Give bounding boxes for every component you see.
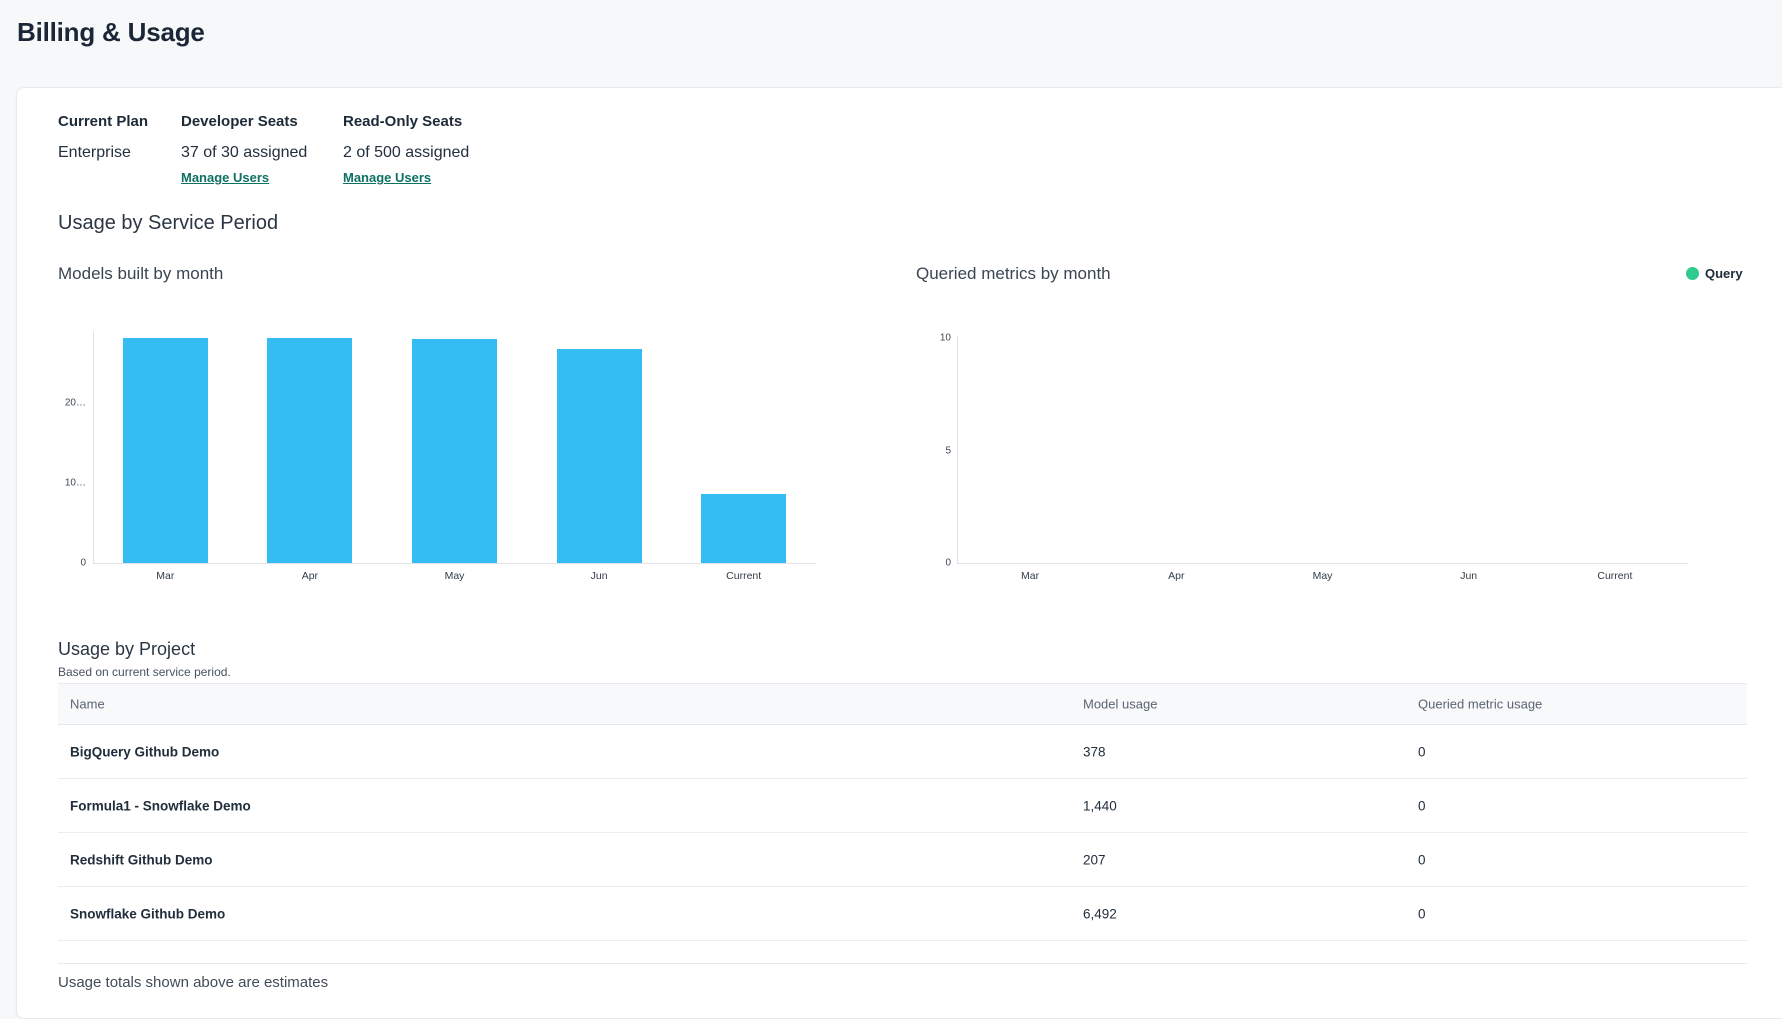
x-tick-label-jun: Jun — [1424, 570, 1514, 582]
legend-query-label: Query — [1705, 266, 1743, 281]
cell-project-name: Snowflake Github Demo — [70, 906, 225, 921]
cell-project-name: Redshift Github Demo — [70, 852, 213, 867]
section-title-usage-by-project: Usage by Project — [58, 639, 195, 660]
table-row-bigquery-github-demo: BigQuery Github Demo 378 0 — [58, 725, 1747, 779]
table-header: Name Model usage Queried metric usage — [58, 683, 1747, 725]
y-axis — [957, 336, 958, 564]
usage-table: Name Model usage Queried metric usage BigQu… — [58, 683, 1747, 964]
column-header-queried-metric-usage: Queried metric usage — [1418, 697, 1542, 712]
table-footer-spacer — [58, 941, 1747, 964]
x-tick-label-current: Current — [1570, 570, 1660, 582]
x-tick-label-may: May — [1278, 570, 1368, 582]
cell-queried-metric-usage: 0 — [1418, 798, 1426, 813]
table-row-formula1-snowflake-demo: Formula1 - Snowflake Demo 1,440 0 — [58, 779, 1747, 833]
y-tick-label-10: 10 — [907, 333, 951, 344]
section-subtitle: Based on current service period. — [58, 665, 231, 679]
y-tick-label-0: 0 — [907, 558, 951, 569]
legend-query-dot — [1686, 267, 1699, 280]
chart-title-queried-metrics: Queried metrics by month — [916, 264, 1111, 284]
billing-usage-page: Billing & Usage Current PlanEnterpriseDe… — [0, 0, 1782, 989]
x-tick-label-apr: Apr — [1131, 570, 1221, 582]
cell-project-name: BigQuery Github Demo — [70, 744, 219, 759]
x-tick-label-mar: Mar — [985, 570, 1075, 582]
chart-legend: Query — [1686, 266, 1743, 281]
column-header-model-usage: Model usage — [1083, 697, 1157, 712]
table-row-snowflake-github-demo: Snowflake Github Demo 6,492 0 — [58, 887, 1747, 941]
footer-note: Usage totals shown above are estimates — [58, 974, 328, 991]
column-header-name: Name — [70, 697, 105, 712]
y-tick-label-5: 5 — [907, 445, 951, 456]
cell-queried-metric-usage: 0 — [1418, 906, 1426, 921]
cell-model-usage: 1,440 — [1083, 798, 1117, 813]
table-row-redshift-github-demo: Redshift Github Demo 207 0 — [58, 833, 1747, 887]
cell-model-usage: 378 — [1083, 744, 1106, 759]
cell-queried-metric-usage: 0 — [1418, 852, 1426, 867]
cell-project-name: Formula1 - Snowflake Demo — [70, 798, 251, 813]
cell-model-usage: 6,492 — [1083, 906, 1117, 921]
cell-model-usage: 207 — [1083, 852, 1106, 867]
cell-queried-metric-usage: 0 — [1418, 744, 1426, 759]
x-axis — [957, 563, 1688, 564]
